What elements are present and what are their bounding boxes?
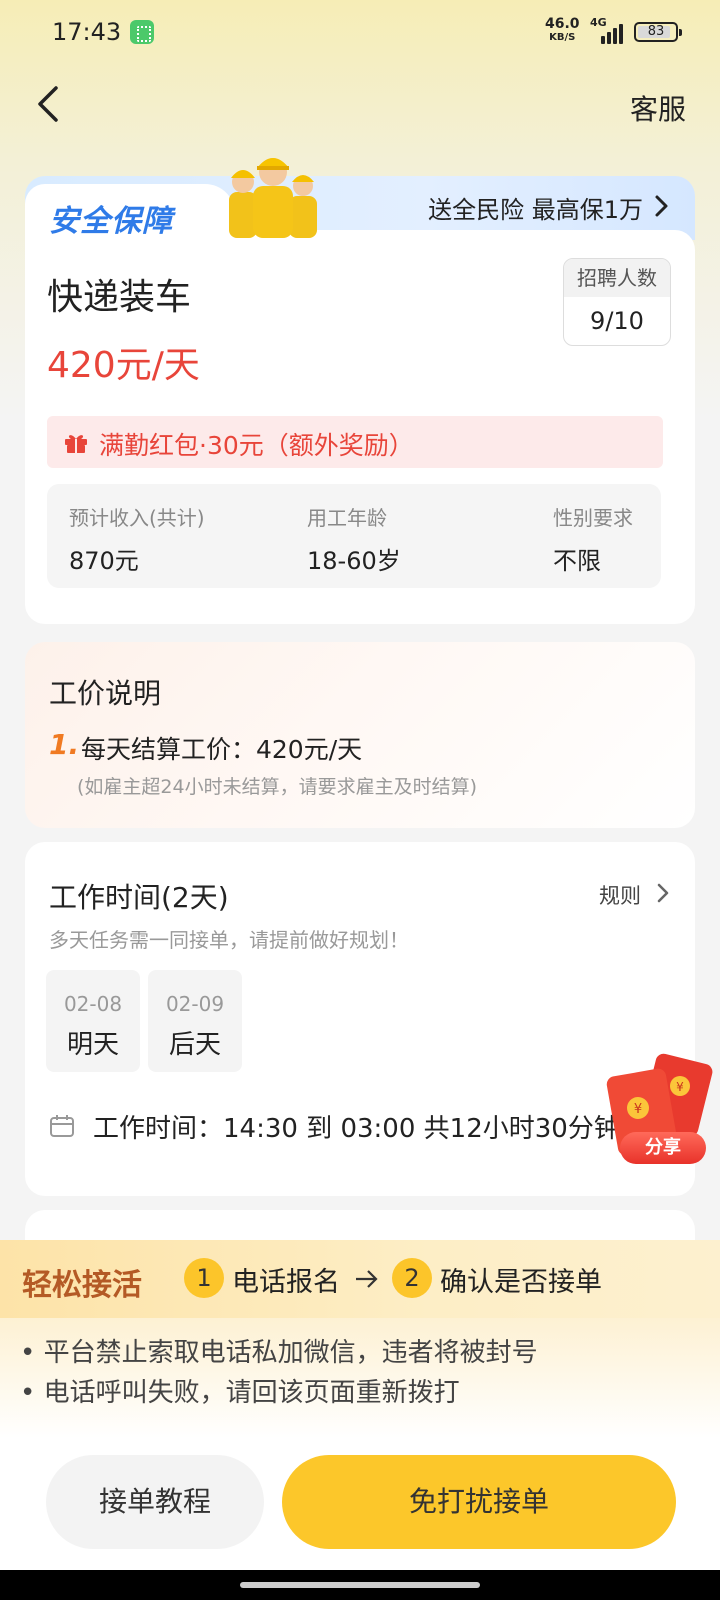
- job-stats: 预计收入(共计) 870元 用工年龄 18-60岁 性别要求 不限: [47, 484, 661, 588]
- home-indicator[interactable]: [240, 1582, 480, 1588]
- stat-value: 18-60岁: [307, 547, 401, 575]
- workers-illustration-icon: [229, 158, 317, 238]
- app-notification-icon: [130, 20, 154, 44]
- svg-text:¥: ¥: [676, 1080, 684, 1094]
- customer-service-link[interactable]: 客服: [630, 88, 686, 128]
- step-number: 1: [184, 1258, 224, 1298]
- notice-item: • 电话呼叫失败，请回该页面重新拨打: [20, 1378, 460, 1408]
- stat-label: 预计收入(共计): [69, 506, 205, 530]
- safety-title: 安全保障: [49, 204, 173, 239]
- flow-title: 轻松接活: [22, 1268, 142, 1303]
- arrow-right-icon: [356, 1270, 378, 1288]
- share-button[interactable]: 分享: [620, 1132, 706, 1164]
- pricing-title: 工价说明: [49, 677, 162, 710]
- work-time-card: 工作时间(2天) 规则 多天任务需一同接单，请提前做好规划！ 02-08 明天 …: [25, 842, 695, 1196]
- stat-age: 用工年龄 18-60岁: [307, 502, 401, 576]
- step-text: 确认是否接单: [440, 1267, 602, 1298]
- job-wage: 420元/天: [47, 345, 200, 386]
- job-summary-card: 送全民险 最高保1万 安全保障 快递装车 420元/天 招聘人数 9/10 满勤…: [25, 158, 695, 624]
- date-chip-date: 02-09: [165, 992, 225, 1016]
- tutorial-button[interactable]: 接单教程: [46, 1455, 264, 1549]
- recruit-value: 9/10: [590, 307, 644, 335]
- chevron-right-icon: [655, 195, 668, 217]
- stat-value: 不限: [553, 547, 601, 575]
- pricing-item-text: 每天结算工价：420元/天: [81, 735, 363, 764]
- battery-icon: 83: [634, 22, 682, 42]
- network-speed: 46.0 KB/S: [545, 16, 580, 44]
- bonus-banner: 满勤红包·30元（额外奖励）: [47, 416, 663, 468]
- status-bar: 17:43 46.0 KB/S 4G 83: [0, 0, 720, 64]
- work-time-range: 工作时间：14:30 到 03:00 共12小时30分钟: [93, 1114, 620, 1144]
- status-time: 17:43: [52, 18, 122, 46]
- network-speed-value: 46.0: [545, 16, 580, 32]
- job-title: 快递装车: [47, 277, 192, 318]
- signal-icon: [595, 24, 623, 44]
- step-text: 电话报名: [232, 1267, 340, 1298]
- step-number: 2: [392, 1258, 432, 1298]
- gift-icon: [65, 435, 87, 453]
- bonus-text: 满勤红包·30元（额外奖励）: [99, 431, 414, 460]
- svg-text:¥: ¥: [634, 1102, 642, 1117]
- work-time-subtitle: 多天任务需一同接单，请提前做好规划！: [49, 928, 409, 952]
- notice-area: • 平台禁止索取电话私加微信，违者将被封号 • 电话呼叫失败，请回该页面重新拨打: [0, 1318, 720, 1438]
- pricing-item-number: 1.: [49, 728, 80, 761]
- date-chip-day: 后天: [168, 1030, 221, 1060]
- date-chip[interactable]: 02-08 明天: [46, 970, 140, 1072]
- safety-promo-text: 送全民险 最高保1万: [428, 196, 643, 224]
- calendar-icon: [50, 1115, 74, 1137]
- rules-label: 规则: [599, 884, 641, 908]
- system-nav-bar: [0, 1570, 720, 1600]
- stat-value: 870元: [69, 547, 139, 575]
- stat-label: 用工年龄: [307, 506, 387, 530]
- network-speed-unit: KB/S: [549, 32, 576, 43]
- work-time-title: 工作时间(2天): [49, 881, 229, 914]
- stat-income: 预计收入(共计) 870元: [69, 502, 205, 576]
- date-chip-day: 明天: [66, 1030, 119, 1060]
- flow-bar: 轻松接活 1 电话报名 2 确认是否接单: [0, 1240, 720, 1318]
- date-chip-date: 02-08: [63, 992, 123, 1016]
- chevron-right-icon: [657, 883, 669, 903]
- recruit-count-box: 招聘人数 9/10: [563, 258, 671, 346]
- recruit-label: 招聘人数: [564, 259, 670, 297]
- back-arrow-icon[interactable]: [30, 84, 70, 124]
- stat-label: 性别要求: [553, 506, 633, 530]
- date-chip[interactable]: 02-09 后天: [148, 970, 242, 1072]
- pricing-note: (如雇主超24小时未结算，请要求雇主及时结算): [77, 776, 478, 798]
- notice-item: • 平台禁止索取电话私加微信，违者将被封号: [20, 1338, 538, 1368]
- stat-gender: 性别要求 不限: [553, 502, 633, 576]
- accept-order-button[interactable]: 免打扰接单: [282, 1455, 676, 1549]
- pricing-card: 工价说明 1. 每天结算工价：420元/天 (如雇主超24小时未结算，请要求雇主…: [25, 642, 695, 828]
